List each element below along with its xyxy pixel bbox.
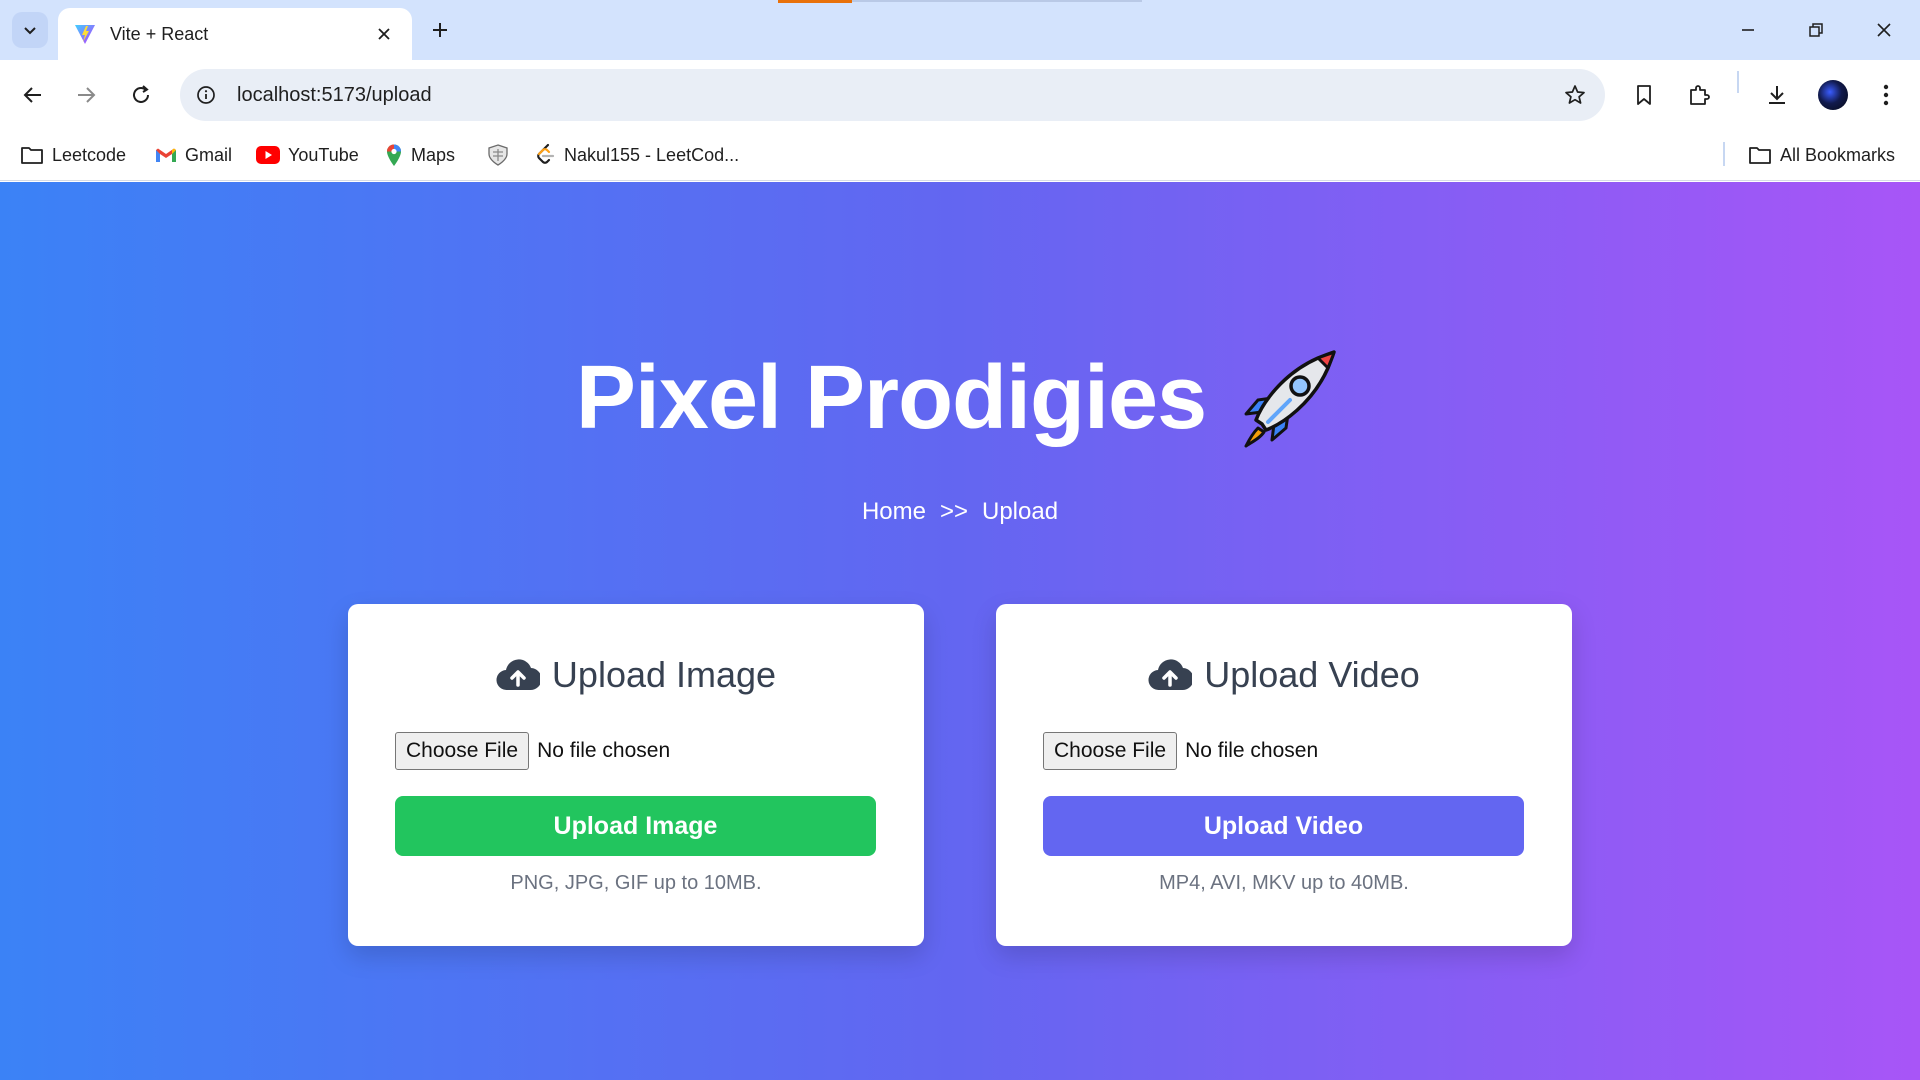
browser-tab[interactable]: Vite + React bbox=[58, 8, 412, 60]
new-tab-button[interactable] bbox=[422, 12, 458, 48]
breadcrumb-home-link[interactable]: Home bbox=[862, 498, 926, 526]
arrow-right-icon bbox=[78, 87, 96, 103]
bookmark-leetcode[interactable]: Leetcode bbox=[20, 138, 126, 172]
chevron-down-icon bbox=[24, 27, 36, 35]
download-icon bbox=[1769, 86, 1785, 104]
forward-button[interactable] bbox=[66, 75, 106, 115]
page-title: Pixel Prodigies bbox=[575, 347, 1207, 448]
youtube-icon bbox=[256, 146, 280, 164]
upload-image-button[interactable]: Upload Image bbox=[395, 796, 876, 856]
bookmark-label: YouTube bbox=[288, 144, 359, 165]
bookmark-youtube[interactable]: YouTube bbox=[256, 138, 359, 172]
file-status: No file chosen bbox=[537, 739, 671, 762]
bookmark-leetcode-profile[interactable]: Nakul155 - LeetCod... bbox=[534, 138, 739, 172]
upload-image-card: Upload Image Choose File No file chosen … bbox=[348, 604, 924, 946]
more-vertical-icon bbox=[1883, 84, 1889, 106]
bookmark-label: Gmail bbox=[185, 144, 233, 165]
bookmark-label: Maps bbox=[411, 144, 456, 165]
address-bar[interactable]: localhost:5173/upload bbox=[180, 69, 1605, 121]
all-bookmarks-label: All Bookmarks bbox=[1780, 144, 1896, 165]
browser-toolbar: localhost:5173/upload bbox=[0, 60, 1920, 130]
close-window-button[interactable] bbox=[1856, 8, 1912, 52]
arrow-left-icon bbox=[23, 87, 41, 103]
reading-list-button[interactable] bbox=[1624, 75, 1664, 115]
bookmark-label: Leetcode bbox=[52, 144, 127, 165]
choose-file-button[interactable]: Choose File bbox=[1043, 732, 1178, 770]
cloud-upload-icon bbox=[1148, 659, 1193, 691]
cloud-upload-icon bbox=[496, 659, 540, 691]
upload-hint: PNG, JPG, GIF up to 10MB. bbox=[510, 872, 762, 894]
bookmarks-divider bbox=[1723, 142, 1725, 166]
gmail-icon bbox=[156, 148, 176, 162]
tab-loading-track bbox=[852, 0, 1142, 2]
star-icon bbox=[1565, 85, 1585, 104]
tab-close-button[interactable] bbox=[370, 20, 398, 48]
leetcode-icon bbox=[537, 143, 555, 164]
menu-button[interactable] bbox=[1866, 75, 1906, 115]
restore-button[interactable] bbox=[1788, 8, 1844, 52]
brand-header: Pixel Prodigies bbox=[0, 342, 1920, 454]
toolbar-divider bbox=[1737, 71, 1739, 93]
vite-logo-icon bbox=[72, 21, 98, 47]
bookmark-star-button[interactable] bbox=[1555, 75, 1595, 115]
site-info-button[interactable] bbox=[187, 76, 225, 114]
bookmark-gmail[interactable]: Gmail bbox=[155, 138, 232, 172]
image-file-input[interactable]: Choose File No file chosen bbox=[395, 732, 670, 770]
maps-icon bbox=[387, 144, 401, 166]
close-icon bbox=[378, 28, 390, 40]
minimize-icon bbox=[1742, 29, 1754, 31]
all-bookmarks-button[interactable]: All Bookmarks bbox=[1748, 138, 1895, 172]
puzzle-icon bbox=[1690, 85, 1710, 105]
extensions-button[interactable] bbox=[1679, 75, 1719, 115]
profile-button[interactable] bbox=[1813, 75, 1853, 115]
back-button[interactable] bbox=[13, 75, 53, 115]
bookmark-maps[interactable]: Maps bbox=[385, 138, 455, 172]
upload-hint: MP4, AVI, MKV up to 40MB. bbox=[1159, 872, 1409, 894]
upload-video-button[interactable]: Upload Video bbox=[1043, 796, 1524, 856]
bookmark-label: Nakul155 - LeetCod... bbox=[564, 144, 740, 165]
bookmark-icon bbox=[1637, 85, 1651, 105]
reload-icon bbox=[133, 85, 149, 103]
tab-strip: Vite + React bbox=[0, 0, 1920, 60]
tab-title: Vite + React bbox=[110, 23, 209, 44]
minimize-button[interactable] bbox=[1720, 8, 1776, 52]
upload-page: Pixel Prodigies Home >> Upload Upload Im… bbox=[0, 182, 1920, 1080]
bookmarks-bar: Leetcode Gmail YouTube Maps Nakul155 - L… bbox=[0, 130, 1920, 181]
restore-icon bbox=[1809, 23, 1823, 37]
reload-button[interactable] bbox=[121, 75, 161, 115]
breadcrumb-separator: >> bbox=[939, 498, 968, 525]
choose-file-button[interactable]: Choose File bbox=[395, 732, 530, 770]
info-icon bbox=[197, 86, 215, 104]
close-icon bbox=[1877, 23, 1891, 37]
card-title: Upload Image bbox=[551, 654, 777, 695]
rocket-icon bbox=[1244, 350, 1336, 448]
downloads-button[interactable] bbox=[1757, 75, 1797, 115]
tab-search-button[interactable] bbox=[12, 12, 48, 48]
card-header: Upload Image bbox=[348, 654, 924, 696]
card-title: Upload Video bbox=[1204, 654, 1420, 695]
card-header: Upload Video bbox=[996, 654, 1572, 696]
file-status: No file chosen bbox=[1185, 739, 1319, 762]
plus-icon bbox=[433, 23, 447, 37]
folder-icon bbox=[1749, 147, 1771, 164]
video-file-input[interactable]: Choose File No file chosen bbox=[1043, 732, 1318, 770]
shield-crest-icon bbox=[488, 144, 508, 166]
upload-video-card: Upload Video Choose File No file chosen … bbox=[996, 604, 1572, 946]
url-text[interactable]: localhost:5173/upload bbox=[237, 84, 1555, 107]
avatar bbox=[1818, 80, 1848, 110]
bookmark-crest[interactable] bbox=[486, 138, 510, 172]
folder-icon bbox=[21, 147, 43, 164]
breadcrumb: Home >> Upload bbox=[0, 498, 1920, 526]
tab-loading-indicator bbox=[778, 0, 852, 3]
breadcrumb-current: Upload bbox=[982, 498, 1059, 525]
